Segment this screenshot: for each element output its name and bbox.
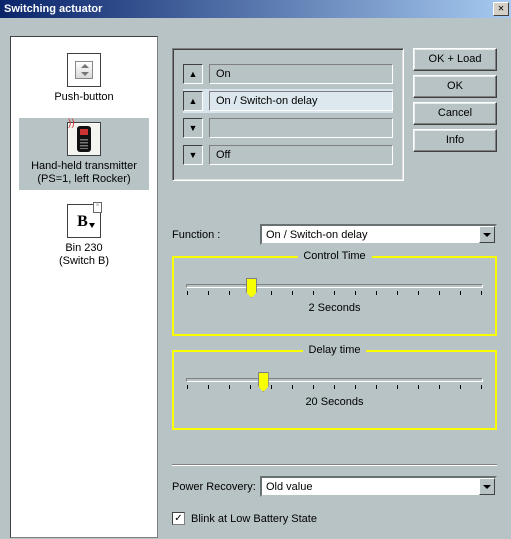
- ok-button[interactable]: OK: [413, 75, 497, 98]
- ok-load-button[interactable]: OK + Load: [413, 48, 497, 71]
- up-arrow-icon: ▲: [183, 64, 203, 84]
- bin230-icon: B≡: [67, 204, 101, 238]
- delay-time-title: Delay time: [303, 344, 367, 356]
- chevron-down-icon: [479, 226, 495, 243]
- blink-checkbox-row[interactable]: ✓ Blink at Low Battery State: [172, 512, 317, 525]
- function-row: Function : On / Switch-on delay: [172, 224, 497, 245]
- mode-label: [209, 118, 393, 138]
- pushbutton-icon: [67, 53, 101, 87]
- chevron-down-icon: [479, 478, 495, 495]
- function-value: On / Switch-on delay: [266, 229, 368, 241]
- mode-list: ▲ On ▲ On / Switch-on delay ▼ ▼ Off: [172, 48, 404, 181]
- title-bar: Switching actuator ✕: [0, 0, 511, 18]
- down-arrow-icon: ▼: [183, 145, 203, 165]
- mode-label: On: [209, 64, 393, 84]
- power-recovery-select[interactable]: Old value: [260, 476, 497, 497]
- mode-row-on-delay[interactable]: ▲ On / Switch-on delay: [183, 89, 393, 113]
- sidebar-item-bin230[interactable]: B≡ Bin 230 (Switch B): [19, 200, 149, 272]
- mode-row-on[interactable]: ▲ On: [183, 62, 393, 86]
- power-recovery-value: Old value: [266, 481, 312, 493]
- control-time-value: 2 Seconds: [186, 302, 483, 314]
- mode-row-down-empty[interactable]: ▼: [183, 116, 393, 140]
- delay-time-group: Delay time 20 Seconds: [172, 350, 497, 430]
- check-icon: ✓: [174, 513, 182, 524]
- control-time-slider[interactable]: [186, 284, 483, 288]
- client-area: Push-button )) Hand-held transmitter (PS…: [0, 18, 511, 539]
- function-select[interactable]: On / Switch-on delay: [260, 224, 497, 245]
- power-recovery-row: Power Recovery: Old value: [172, 476, 497, 497]
- down-arrow-icon: ▼: [183, 118, 203, 138]
- window-title: Switching actuator: [4, 0, 102, 18]
- cancel-button[interactable]: Cancel: [413, 102, 497, 125]
- transmitter-icon: )): [67, 122, 101, 156]
- sidebar-item-label: Hand-held transmitter (PS=1, left Rocker…: [21, 160, 147, 186]
- delay-time-value: 20 Seconds: [186, 396, 483, 408]
- function-label: Function :: [172, 229, 260, 241]
- info-button[interactable]: Info: [413, 129, 497, 152]
- close-icon: ✕: [498, 3, 504, 14]
- dialog-buttons: OK + Load OK Cancel Info: [413, 48, 499, 156]
- power-recovery-label: Power Recovery:: [172, 481, 260, 493]
- blink-label: Blink at Low Battery State: [191, 513, 317, 525]
- mode-row-off[interactable]: ▼ Off: [183, 143, 393, 167]
- blink-checkbox[interactable]: ✓: [172, 512, 185, 525]
- sidebar-item-label: Bin 230 (Switch B): [21, 242, 147, 268]
- control-time-title: Control Time: [297, 250, 371, 262]
- sidebar-item-label: Push-button: [21, 91, 147, 104]
- mode-label: On / Switch-on delay: [209, 91, 393, 111]
- sidebar-item-transmitter[interactable]: )) Hand-held transmitter (PS=1, left Roc…: [19, 118, 149, 190]
- control-time-group: Control Time 2 Seconds: [172, 256, 497, 336]
- mode-label: Off: [209, 145, 393, 165]
- separator: [172, 464, 497, 466]
- up-arrow-icon: ▲: [183, 91, 203, 111]
- delay-time-slider[interactable]: [186, 378, 483, 382]
- close-button[interactable]: ✕: [493, 2, 509, 16]
- sidebar-item-pushbutton[interactable]: Push-button: [19, 49, 149, 108]
- device-sidebar: Push-button )) Hand-held transmitter (PS…: [10, 36, 158, 538]
